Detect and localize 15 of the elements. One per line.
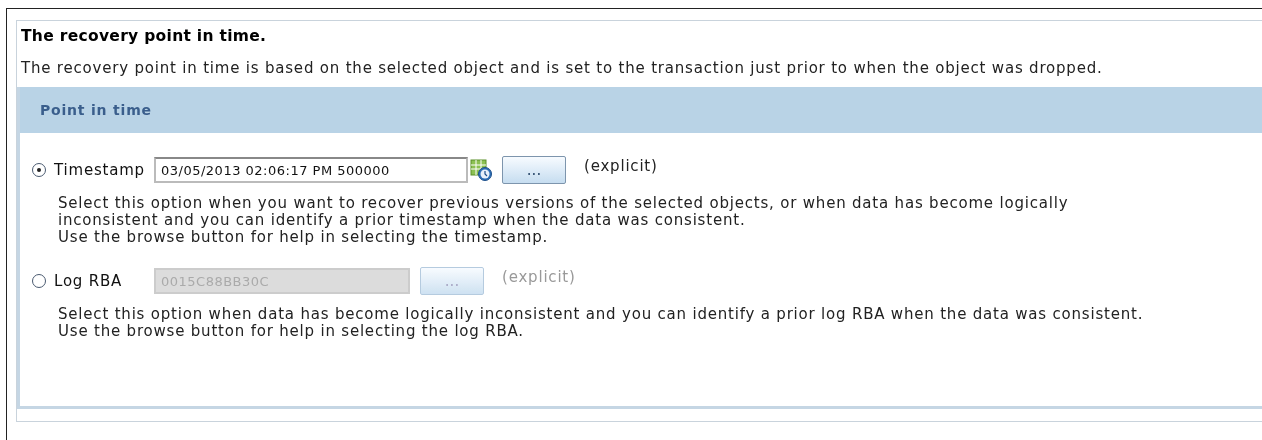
browse-button[interactable]: ... bbox=[502, 156, 566, 184]
help-text: Select this option when data has become logically inconsistent and you can identify a prior log RBA when the data was consistent. bbox=[58, 306, 1144, 323]
intro-text: The recovery point in time is based on the selected object and is set to the transaction just prior to when the object was dropped. bbox=[21, 59, 1103, 77]
heading: The recovery point in time. bbox=[21, 27, 267, 45]
explicit-note: (explicit) bbox=[584, 157, 658, 175]
explicit-note: (explicit) bbox=[502, 268, 576, 286]
help-text: Use the browse button for help in selecting the log RBA. bbox=[58, 323, 524, 340]
calendar-clock-icon[interactable] bbox=[470, 159, 492, 181]
input-field[interactable]: 03/05/2013 02:06:17 PM 500000 bbox=[154, 157, 468, 183]
help-text: Use the browse button for help in selecting the timestamp. bbox=[58, 229, 549, 246]
help-text: inconsistent and you can identify a prior timestamp when the data was consistent. bbox=[58, 212, 746, 229]
option-label: Log RBA bbox=[54, 272, 124, 290]
section-header: Point in time bbox=[20, 87, 1262, 133]
help-text: Select this option when you want to recover previous versions of the selected objects, or when data has become logically bbox=[58, 195, 1069, 212]
option-label: Timestamp bbox=[54, 161, 146, 179]
